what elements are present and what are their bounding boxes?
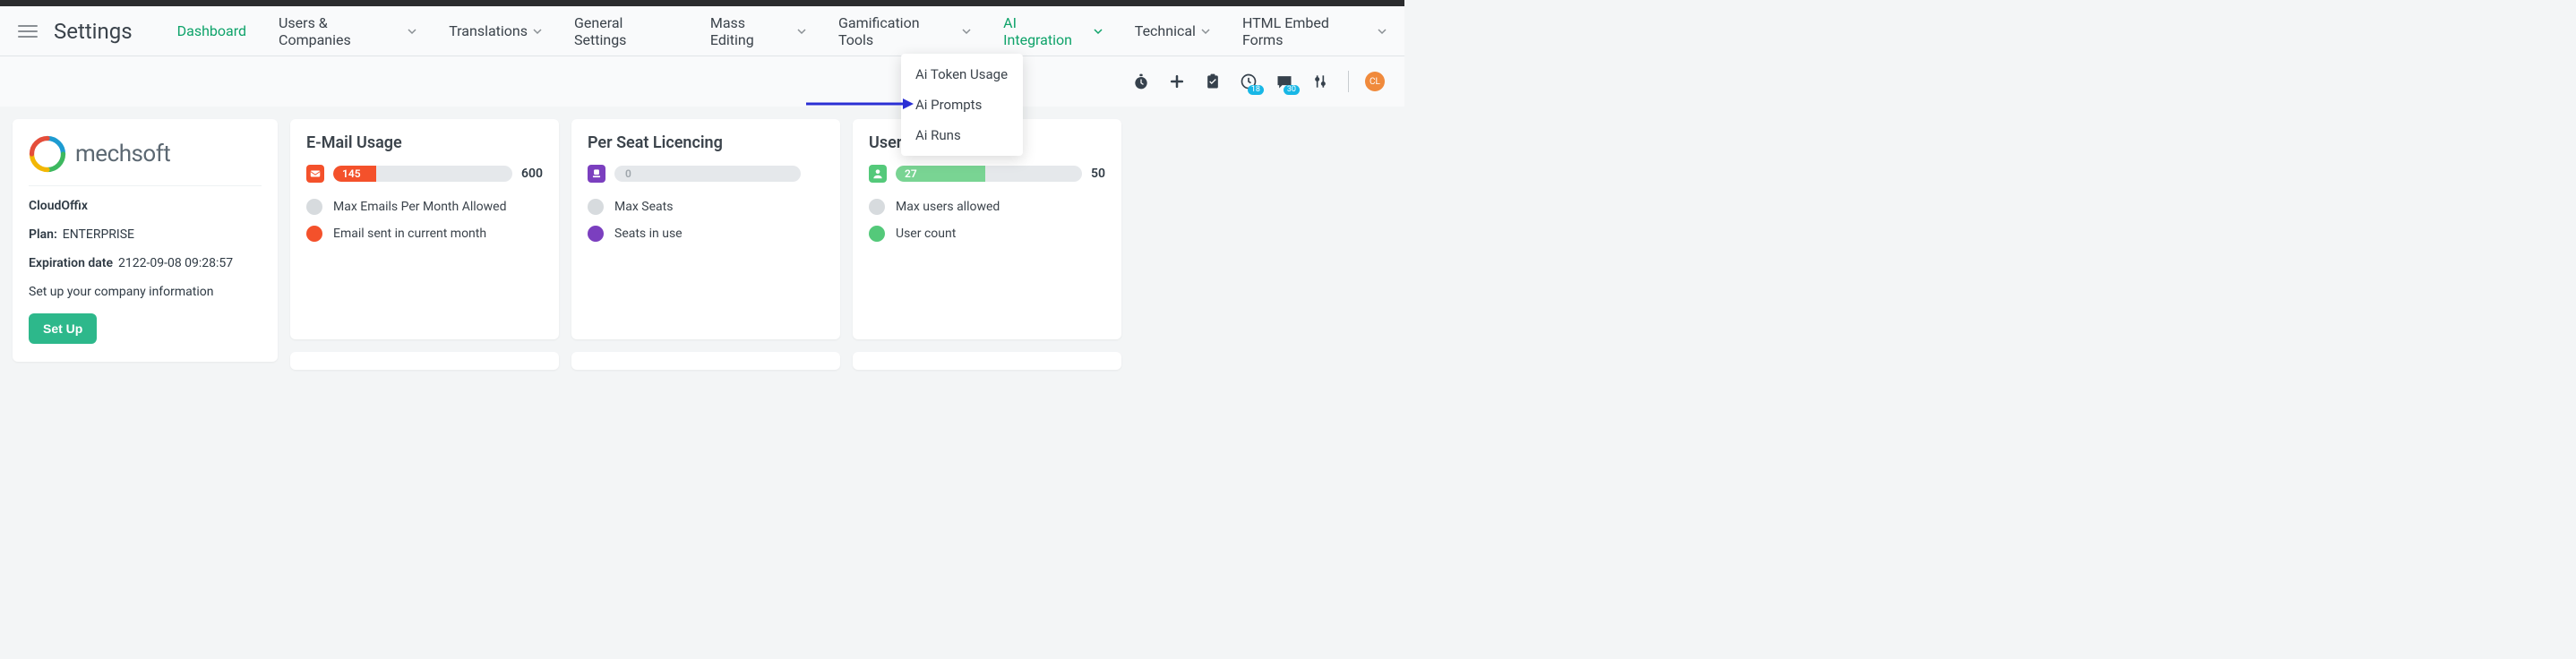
legend-dot	[869, 199, 885, 215]
users-progress-bar: 27	[896, 166, 1082, 182]
legend-label: Seats in use	[614, 227, 683, 241]
nav-label: Dashboard	[177, 22, 246, 39]
dropdown-item-ai-prompts[interactable]: Ai Prompts	[901, 90, 1023, 120]
activities-badge: 18	[1248, 85, 1264, 95]
nav-html-embed-forms[interactable]: HTML Embed Forms	[1242, 14, 1387, 48]
stopwatch-icon[interactable]	[1129, 70, 1153, 93]
expiration-label: Expiration date	[29, 256, 113, 270]
menu-toggle-icon[interactable]	[18, 25, 38, 38]
chevron-down-icon	[1094, 27, 1103, 36]
dropdown-item-ai-token-usage[interactable]: Ai Token Usage	[901, 59, 1023, 90]
legend-label: Max Seats	[614, 200, 673, 214]
nav-general-settings[interactable]: General Settings	[574, 14, 678, 48]
chevron-down-icon	[1201, 27, 1210, 36]
setup-hint: Set up your company information	[29, 285, 214, 299]
user-avatar[interactable]: CL	[1365, 72, 1385, 91]
nav-label: Technical	[1135, 22, 1196, 39]
legend-dot	[869, 226, 885, 242]
seat-value: 0	[625, 167, 631, 180]
nav-label: General Settings	[574, 14, 678, 48]
panel-title: Per Seat Licencing	[588, 133, 824, 152]
user-icon	[869, 165, 887, 183]
logo-mark-icon	[29, 135, 66, 173]
nav-label: Translations	[449, 22, 528, 39]
logo-text: mechsoft	[75, 141, 170, 167]
email-progress-bar: 145	[333, 166, 512, 182]
email-icon	[306, 165, 324, 183]
company-name: CloudOffix	[29, 199, 262, 213]
activities-icon[interactable]: 18	[1237, 70, 1260, 93]
email-total: 600	[521, 167, 543, 181]
legend-label: Email sent in current month	[333, 227, 486, 241]
panel-seat-licencing: Per Seat Licencing 0 Max Seats Seats in …	[571, 119, 840, 339]
nav-users-companies[interactable]: Users & Companies	[279, 14, 416, 48]
divider	[1348, 71, 1349, 92]
email-value: 145	[342, 167, 361, 180]
nav-label: Mass Editing	[710, 14, 792, 48]
plan-label: Plan:	[29, 227, 57, 242]
messages-icon[interactable]: 30	[1273, 70, 1296, 93]
chevron-down-icon	[797, 27, 806, 36]
panel-stub	[571, 352, 840, 370]
nav-gamification-tools[interactable]: Gamification Tools	[838, 14, 971, 48]
legend-label: Max users allowed	[896, 200, 1000, 214]
panel-title: E-Mail Usage	[306, 133, 543, 152]
clipboard-icon[interactable]	[1201, 70, 1224, 93]
messages-badge: 30	[1284, 85, 1300, 95]
expiration-value: 2122-09-08 09:28:57	[118, 256, 233, 270]
plan-value: ENTERPRISE	[63, 227, 134, 242]
sliders-icon[interactable]	[1309, 70, 1332, 93]
seat-progress-bar: 0	[614, 166, 801, 182]
main-nav: Dashboard Users & Companies Translations…	[177, 14, 1387, 48]
nav-mass-editing[interactable]: Mass Editing	[710, 14, 806, 48]
chevron-down-icon	[533, 27, 542, 36]
nav-label: AI Integration	[1003, 14, 1088, 48]
seat-icon	[588, 165, 605, 183]
company-logo: mechsoft	[29, 135, 262, 173]
chevron-down-icon	[962, 27, 971, 36]
legend-dot	[588, 199, 604, 215]
dropdown-item-ai-runs[interactable]: Ai Runs	[901, 120, 1023, 150]
panel-email-usage: E-Mail Usage 145 600 Max Emails Per Mont…	[290, 119, 559, 339]
panel-stub	[853, 352, 1121, 370]
nav-label: Users & Companies	[279, 14, 402, 48]
panel-stub	[290, 352, 559, 370]
annotation-arrow	[806, 95, 914, 116]
chevron-down-icon	[408, 27, 416, 36]
legend-label: Max Emails Per Month Allowed	[333, 200, 506, 214]
app-title: Settings	[54, 19, 133, 44]
legend-dot	[588, 226, 604, 242]
nav-dashboard[interactable]: Dashboard	[177, 22, 246, 39]
legend-label: User count	[896, 227, 956, 241]
nav-ai-integration[interactable]: AI Integration	[1003, 14, 1103, 48]
nav-technical[interactable]: Technical	[1135, 22, 1210, 39]
nav-label: HTML Embed Forms	[1242, 14, 1372, 48]
company-card: mechsoft CloudOffix Plan: ENTERPRISE Exp…	[13, 119, 278, 362]
legend-dot	[306, 199, 322, 215]
users-total: 50	[1091, 167, 1105, 181]
nav-translations[interactable]: Translations	[449, 22, 542, 39]
setup-button[interactable]: Set Up	[29, 313, 97, 344]
plus-icon[interactable]	[1165, 70, 1189, 93]
users-value: 27	[905, 167, 917, 180]
chevron-down-icon	[1378, 27, 1387, 36]
nav-label: Gamification Tools	[838, 14, 957, 48]
legend-dot	[306, 226, 322, 242]
ai-integration-dropdown: Ai Token Usage Ai Prompts Ai Runs	[901, 54, 1023, 156]
